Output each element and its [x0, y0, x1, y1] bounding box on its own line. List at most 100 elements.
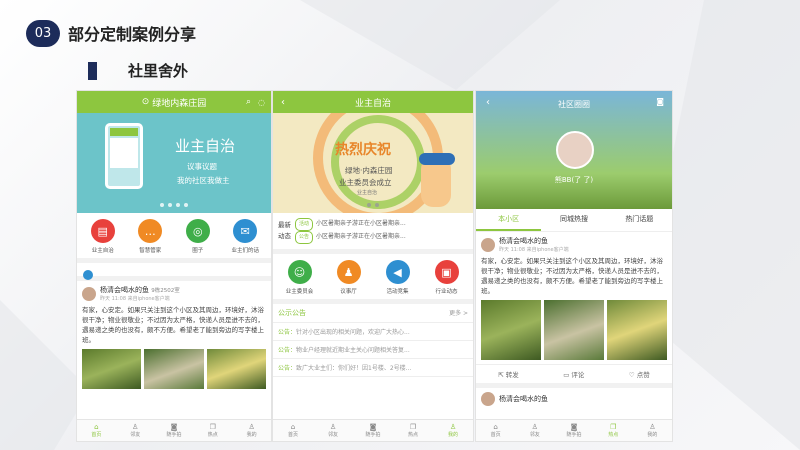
post-image[interactable] — [82, 349, 142, 389]
banner[interactable]: 热烈庆祝 绿地·内森庄园 业主委员会成立 业主自治 — [273, 113, 473, 213]
decorative-facet — [300, 0, 560, 90]
post-image[interactable] — [481, 300, 541, 360]
banner[interactable]: 业主自治 议事议题 我的社区我做主 — [77, 113, 271, 213]
avatar[interactable] — [82, 286, 96, 301]
feature-megaphone-button[interactable]: ✉ 业主们的话 — [223, 219, 267, 254]
tab-profile[interactable]: ♙ 我的 — [232, 420, 271, 441]
announcement-item[interactable]: 公告：物业户经理就近期业主关心问题相关答复... — [273, 341, 473, 359]
discuss-icon: ♟ — [336, 260, 361, 284]
announcement-text: 针对小区出现的相关问题，欢迎广大热心... — [296, 329, 410, 336]
hot-icon: ❐ — [409, 423, 417, 431]
announcement-text: 致广大业主们：你们好！因1号楼、2号楼... — [296, 365, 412, 372]
feature-discuss-button[interactable]: ♟ 议事厅 — [327, 260, 371, 295]
tab-profile[interactable]: ♙ 我的 — [433, 420, 473, 441]
segment-city-trending[interactable]: 同城热搜 — [541, 209, 606, 231]
announcement-item[interactable]: 公告：致广大业主们：你们好！因1号楼、2号楼... — [273, 359, 473, 377]
post-text: 有家，心安定。如果只关注到这个小区及其周边，环境好，沐浴很干净；物业很敬业；不过… — [481, 257, 663, 295]
post-image[interactable] — [544, 300, 604, 360]
comment-button[interactable]: ▭ 评论 — [563, 369, 584, 379]
camera-icon: ◙ — [369, 423, 377, 431]
news-tag: 公告 — [295, 231, 314, 244]
tab-home[interactable]: ⌂ 首页 — [273, 420, 313, 441]
avatar[interactable] — [481, 392, 495, 406]
phone-screen-home: ⊙ 绿地内森庄园 ⌕ ◌ 业主自治 议事议题 我的社区我做主 ▤ 业主自治 … 智慧管… — [76, 90, 272, 442]
announcement-item[interactable]: 公告：针对小区出现的相关问题，欢迎广大热心... — [273, 323, 473, 341]
news-text: 小区暑期亲子游正在小区暑期亲... — [316, 220, 406, 227]
tab-camera[interactable]: ◙ 随手拍 — [554, 420, 593, 441]
tab-hot[interactable]: ❐ 热点 — [393, 420, 433, 441]
feature-label: 行业动态 — [435, 289, 458, 295]
feature-document-button[interactable]: ▣ 行业动态 — [425, 260, 469, 295]
tab-label: 我的 — [647, 432, 658, 438]
banner-title: 热烈庆祝 — [335, 142, 391, 158]
message-icon[interactable]: ◌ — [258, 98, 265, 107]
tab-camera[interactable]: ◙ 随手拍 — [353, 420, 393, 441]
slide-title: 部分定制案例分享 — [68, 25, 197, 44]
document-icon: ▣ — [434, 260, 459, 284]
feed-post[interactable]: 杨清会喝水的鱼 — [476, 388, 672, 410]
announcement-header: 公示公告 更多 > — [273, 304, 473, 323]
back-icon[interactable]: ‹ — [281, 97, 285, 108]
segment-tabs: 本小区 同城热搜 热门话题 — [476, 209, 672, 232]
tab-home[interactable]: ⌂ 首页 — [77, 420, 116, 441]
feed-post[interactable]: 杨清会喝水的鱼 9栋2502室 昨天 11:08 来自iphone客户端 有家，… — [77, 281, 271, 393]
phone-illustration — [105, 123, 143, 189]
tab-hot[interactable]: ❐ 热点 — [594, 420, 633, 441]
post-author[interactable]: 杨清会喝水的鱼 — [100, 286, 149, 294]
mascot-strip — [77, 263, 271, 281]
news-item[interactable]: 活动 小区暑期亲子游正在小区暑期亲... — [295, 218, 406, 231]
feature-people-button[interactable]: ☺ 业主委员会 — [278, 260, 322, 295]
tab-profile[interactable]: ♙ 我的 — [633, 420, 672, 441]
post-images — [82, 349, 266, 389]
avatar[interactable] — [481, 237, 495, 252]
camera-icon[interactable]: ◙ — [656, 97, 664, 106]
friends-icon: ♙ — [531, 423, 538, 431]
feature-label: 圈子 — [192, 248, 204, 254]
tab-friends[interactable]: ♙ 邻友 — [116, 420, 155, 441]
segment-local[interactable]: 本小区 — [476, 209, 542, 231]
slide: 03 部分定制案例分享 社里舍外 ⊙ 绿地内森庄园 ⌕ ◌ 业主自治 议事议题 … — [0, 0, 800, 450]
tab-friends[interactable]: ♙ 邻友 — [313, 420, 353, 441]
share-button[interactable]: ⇱ 转发 — [498, 369, 519, 379]
news-item[interactable]: 公告 小区暑期亲子游正在小区暑期亲... — [295, 231, 406, 244]
news-label: 动态 — [278, 232, 291, 240]
like-button[interactable]: ♡ 点赞 — [629, 369, 650, 379]
tab-label: 邻友 — [130, 432, 141, 438]
tab-label: 首页 — [490, 432, 501, 438]
tab-camera[interactable]: ◙ 随手拍 — [155, 420, 194, 441]
feature-circle-button[interactable]: ◎ 圈子 — [176, 219, 220, 254]
post-author[interactable]: 杨清会喝水的鱼 — [499, 236, 569, 246]
post-image[interactable] — [206, 349, 266, 389]
tab-hot[interactable]: ❐ 热点 — [193, 420, 232, 441]
hot-icon: ❐ — [209, 423, 216, 431]
megaphone-icon: ◀ — [385, 260, 410, 284]
camera-icon: ◙ — [570, 423, 578, 431]
more-link[interactable]: 更多 > — [449, 308, 468, 318]
post-images — [481, 300, 667, 360]
segment-hot-topics[interactable]: 热门话题 — [607, 209, 672, 231]
post-author[interactable]: 杨清会喝水的鱼 — [499, 394, 548, 404]
tab-label: 随手拍 — [365, 432, 381, 438]
news-label: 最新 — [278, 221, 291, 229]
post-image[interactable] — [144, 349, 204, 389]
banner-title: 业主自治 — [175, 137, 236, 155]
feature-label: 智慧管家 — [139, 248, 162, 254]
feature-chat-button[interactable]: … 智慧管家 — [128, 219, 172, 254]
tab-home[interactable]: ⌂ 首页 — [476, 420, 515, 441]
post-time: 昨天 11:08 来自iphone客户端 — [100, 296, 170, 302]
home-icon: ⌂ — [94, 423, 99, 431]
post-actions: ⇱ 转发 ▭ 评论 ♡ 点赞 — [476, 364, 672, 388]
search-icon[interactable]: ⌕ — [246, 97, 251, 107]
feed-post[interactable]: 杨清会喝水的鱼 昨天 11:08 来自iphone客户端 有家，心安定。如果只关… — [476, 232, 672, 364]
feature-clipboard-button[interactable]: ▤ 业主自治 — [81, 219, 125, 254]
banner-line: 我的社区我做主 — [177, 176, 230, 185]
share-icon: ⇱ — [498, 371, 504, 379]
profile-avatar[interactable] — [556, 131, 594, 169]
post-image[interactable] — [607, 300, 667, 360]
feature-label: 业主委员会 — [285, 289, 314, 295]
announcement-text: 物业户经理就近期业主关心问题相关答复... — [296, 347, 410, 354]
news-tag: 活动 — [295, 218, 314, 231]
tab-friends[interactable]: ♙ 邻友 — [515, 420, 554, 441]
feature-megaphone-button[interactable]: ◀ 活动竞集 — [376, 260, 420, 295]
post-text: 有家，心安定。如果只关注到这个小区及其周边，环境好，沐浴很干净；物业很敬业；不过… — [82, 306, 264, 344]
